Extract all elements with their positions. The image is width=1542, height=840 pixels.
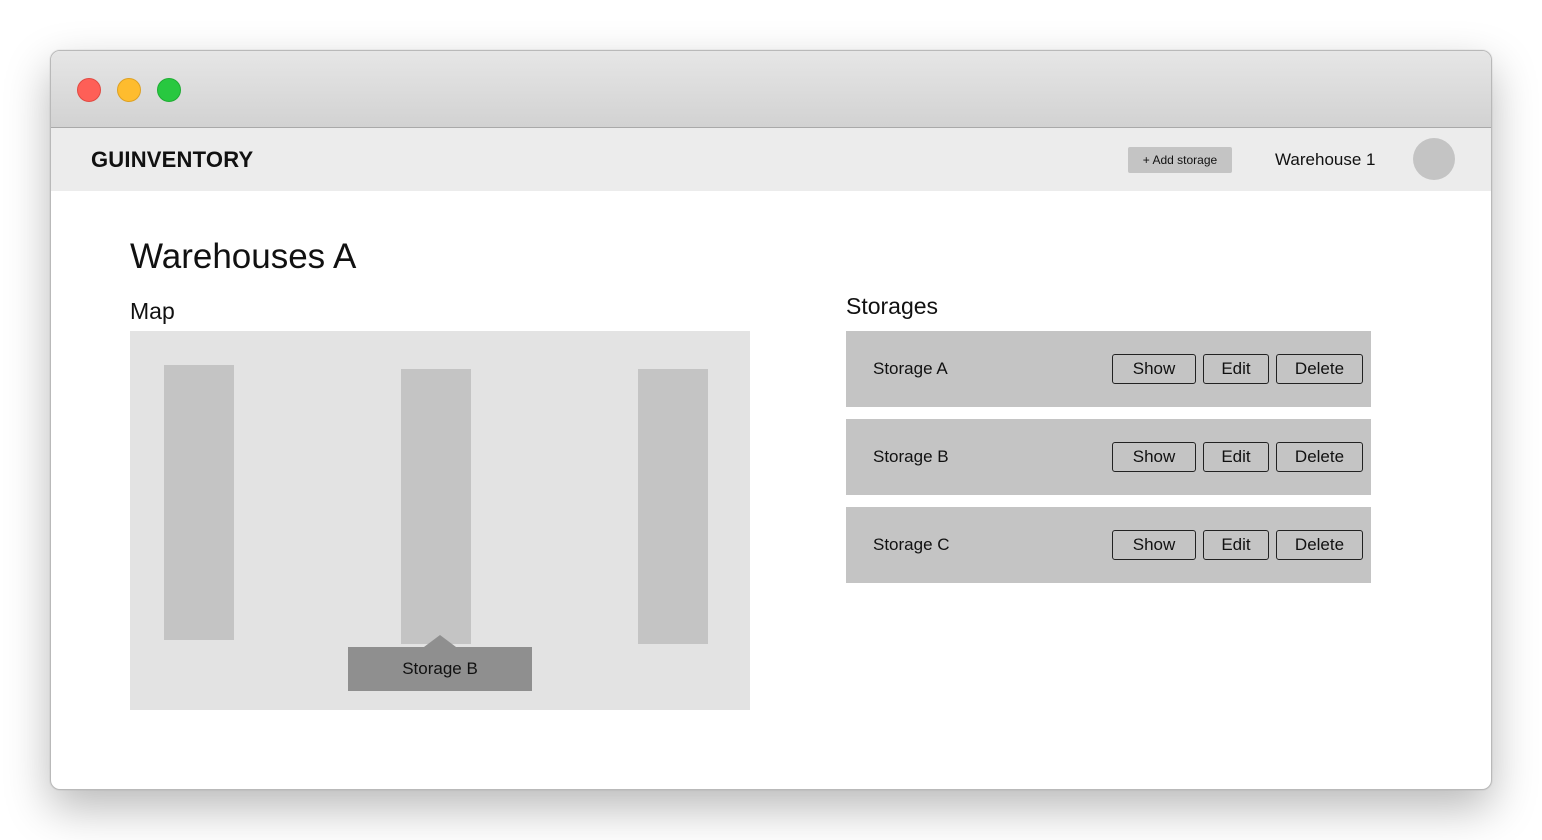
- show-storage-button[interactable]: Show: [1112, 530, 1196, 560]
- warehouse-map: Storage B: [130, 331, 750, 710]
- storages-heading: Storages: [846, 293, 939, 319]
- delete-storage-button[interactable]: Delete: [1276, 442, 1363, 472]
- app-header: GUINVENTORY + Add storage Warehouse 1: [51, 128, 1491, 191]
- delete-storage-button[interactable]: Delete: [1276, 530, 1363, 560]
- show-storage-button[interactable]: Show: [1112, 442, 1196, 472]
- app-logo[interactable]: GUINVENTORY: [91, 147, 253, 173]
- edit-storage-button[interactable]: Edit: [1203, 442, 1269, 472]
- maximize-window-button[interactable]: [157, 78, 181, 102]
- map-heading: Map: [130, 298, 175, 324]
- delete-storage-button[interactable]: Delete: [1276, 354, 1363, 384]
- storage-row: Storage C Show Edit Delete: [846, 507, 1371, 583]
- close-window-button[interactable]: [77, 78, 101, 102]
- storage-list: Storage A Show Edit Delete Storage B Sho…: [846, 331, 1371, 595]
- map-tooltip: Storage B: [348, 635, 532, 691]
- map-storage-a[interactable]: [164, 365, 234, 640]
- storage-row: Storage A Show Edit Delete: [846, 331, 1371, 407]
- map-storage-c[interactable]: [638, 369, 708, 644]
- edit-storage-button[interactable]: Edit: [1203, 354, 1269, 384]
- window-titlebar: [51, 51, 1491, 128]
- minimize-window-button[interactable]: [117, 78, 141, 102]
- storage-name: Storage C: [873, 535, 950, 554]
- page-title: Warehouses A: [130, 237, 357, 276]
- user-avatar[interactable]: [1413, 138, 1455, 180]
- warehouse-selector[interactable]: Warehouse 1: [1275, 150, 1375, 170]
- add-storage-button[interactable]: + Add storage: [1128, 147, 1232, 173]
- map-storage-b[interactable]: [401, 369, 471, 644]
- storage-name: Storage B: [873, 447, 949, 466]
- storage-row: Storage B Show Edit Delete: [846, 419, 1371, 495]
- edit-storage-button[interactable]: Edit: [1203, 530, 1269, 560]
- storage-name: Storage A: [873, 359, 948, 378]
- app-window: GUINVENTORY + Add storage Warehouse 1 Wa…: [50, 50, 1492, 790]
- show-storage-button[interactable]: Show: [1112, 354, 1196, 384]
